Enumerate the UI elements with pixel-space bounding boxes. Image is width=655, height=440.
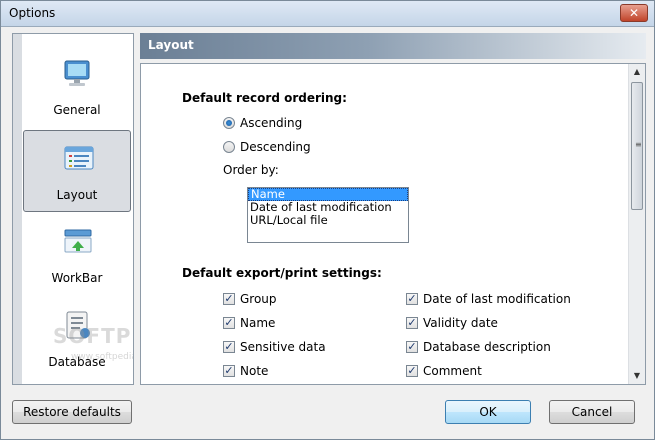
- panel-header: Layout: [140, 33, 646, 59]
- ascending-radio[interactable]: Ascending: [223, 116, 302, 130]
- grip-icon: ≡: [635, 140, 642, 149]
- ok-button[interactable]: OK: [445, 400, 531, 424]
- descending-label: Descending: [240, 140, 311, 154]
- layout-list-icon: [64, 146, 94, 170]
- ascending-label: Ascending: [240, 116, 303, 130]
- sidebar-scroll-track[interactable]: [13, 34, 22, 384]
- restore-defaults-button[interactable]: Restore defaults: [12, 400, 132, 424]
- radio-selected-indicator: [223, 117, 235, 129]
- database-description-checkbox[interactable]: ✓ Database description: [406, 340, 551, 354]
- monitor-icon: [64, 60, 90, 86]
- watermark: SOFTPEDIA: [53, 324, 133, 348]
- checkbox-label: Database description: [423, 340, 551, 354]
- list-item[interactable]: URL/Local file: [248, 214, 408, 227]
- watermark-url: www.softpedia.com: [71, 352, 133, 362]
- sidebar-item-general[interactable]: General: [23, 46, 131, 128]
- sidebar-item-workbar[interactable]: WorkBar: [23, 214, 131, 296]
- note-checkbox[interactable]: ✓ Note: [223, 364, 268, 378]
- export-section-title: Default export/print settings:: [182, 266, 382, 280]
- scroll-thumb[interactable]: ≡: [631, 82, 643, 210]
- cancel-button[interactable]: Cancel: [549, 400, 635, 424]
- window-title: Options: [9, 6, 56, 20]
- content-scrollbar[interactable]: ▲ ≡ ▼: [628, 64, 645, 384]
- workbar-icon: [64, 229, 92, 253]
- scroll-down-icon[interactable]: ▼: [629, 368, 645, 384]
- checkbox-label: Comment: [423, 364, 482, 378]
- check-mark-icon: ✓: [223, 292, 235, 305]
- order-by-label: Order by:: [223, 163, 279, 177]
- checkbox-label: Validity date: [423, 316, 498, 330]
- check-mark-icon: ✓: [406, 292, 418, 305]
- check-mark-icon: ✓: [223, 316, 235, 329]
- name-checkbox[interactable]: ✓ Name: [223, 316, 275, 330]
- checkbox-label: Sensitive data: [240, 340, 326, 354]
- close-button[interactable]: ✕: [620, 4, 648, 22]
- date-modified-checkbox[interactable]: ✓ Date of last modification: [406, 292, 571, 306]
- scroll-up-icon[interactable]: ▲: [629, 64, 645, 80]
- sidebar-item-label: Layout: [56, 188, 98, 202]
- checkbox-label: Group: [240, 292, 277, 306]
- check-mark-icon: ✓: [406, 340, 418, 353]
- checkbox-label: Note: [240, 364, 269, 378]
- radio-indicator: [223, 141, 235, 153]
- title-bar: Options ✕: [1, 1, 654, 27]
- sidebar-item-label: General: [53, 103, 101, 117]
- checkbox-label: Date of last modification: [423, 292, 571, 306]
- category-sidebar: General Layout WorkBar Database SOFTP ww…: [12, 33, 134, 385]
- check-mark-icon: ✓: [223, 340, 235, 353]
- group-checkbox[interactable]: ✓ Group: [223, 292, 277, 306]
- validity-date-checkbox[interactable]: ✓ Validity date: [406, 316, 498, 330]
- check-mark-icon: ✓: [406, 364, 418, 377]
- panel-title: Layout: [148, 38, 194, 52]
- sensitive-data-checkbox[interactable]: ✓ Sensitive data: [223, 340, 326, 354]
- descending-radio[interactable]: Descending: [223, 140, 311, 154]
- check-mark-icon: ✓: [223, 364, 235, 377]
- order-by-listbox[interactable]: Name Date of last modification URL/Local…: [247, 187, 409, 243]
- check-mark-icon: ✓: [406, 316, 418, 329]
- options-dialog: Options ✕ General Layout WorkBar Databas…: [0, 0, 655, 440]
- comment-checkbox[interactable]: ✓ Comment: [406, 364, 482, 378]
- checkbox-label: Name: [240, 316, 276, 330]
- ordering-section-title: Default record ordering:: [182, 91, 347, 105]
- sidebar-item-label: WorkBar: [51, 271, 103, 285]
- sidebar-item-layout[interactable]: Layout: [23, 130, 131, 212]
- layout-settings-panel: Default record ordering: Ascending Desce…: [140, 63, 646, 385]
